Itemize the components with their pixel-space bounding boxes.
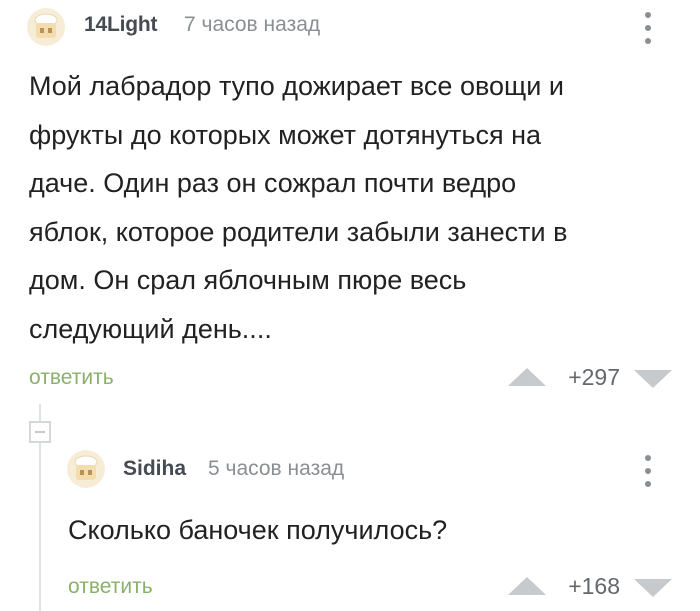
- reply-body: Сколько баночек получилось?: [68, 515, 448, 545]
- collapse-icon[interactable]: [29, 421, 51, 443]
- downvote-icon[interactable]: [634, 370, 672, 393]
- reply-author[interactable]: Sidiha: [123, 457, 186, 481]
- reply-timestamp: 5 часов назад: [208, 457, 345, 480]
- comment-score: +297: [568, 364, 620, 390]
- comment-line: яблок, которое родители забыли занести в: [29, 216, 568, 247]
- comment-body: Мой лабрадор тупо дожирает все овощи и ф…: [29, 62, 679, 353]
- reply-score: +168: [568, 573, 620, 599]
- comment-author[interactable]: 14Light: [84, 13, 157, 37]
- more-vertical-icon[interactable]: [638, 8, 658, 48]
- reply-button[interactable]: ответить: [68, 575, 153, 599]
- downvote-icon[interactable]: [634, 579, 672, 602]
- more-vertical-icon[interactable]: [638, 451, 658, 491]
- avatar-icon[interactable]: [26, 7, 66, 47]
- comment-line: следующий день....: [29, 313, 272, 344]
- comment-line: дом. Он срал яблочным пюре весь: [29, 265, 467, 295]
- reply-button[interactable]: ответить: [29, 366, 114, 390]
- comment-timestamp: 7 часов назад: [184, 13, 321, 36]
- comment-line: фрукты до которых может дотянуться на: [29, 119, 542, 150]
- comment-line: Мой лабрадор тупо дожирает все овощи и: [29, 71, 564, 101]
- avatar-icon[interactable]: [66, 449, 106, 489]
- comment-line: даче. Один раз он сожрал почти ведро: [29, 168, 517, 198]
- upvote-icon[interactable]: [508, 577, 546, 600]
- upvote-icon[interactable]: [508, 368, 546, 391]
